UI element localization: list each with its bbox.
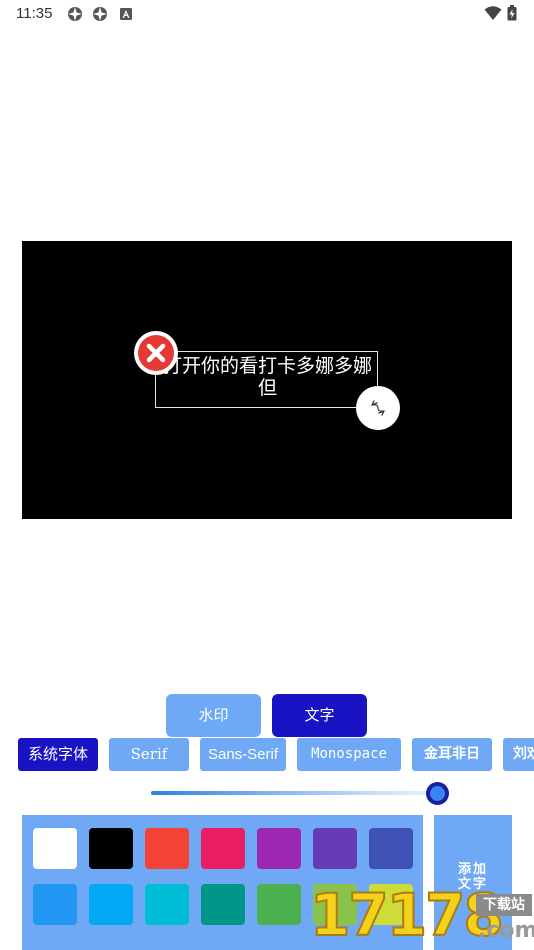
color-swatch[interactable] (313, 828, 357, 869)
color-swatch[interactable] (201, 884, 245, 925)
color-swatch[interactable] (89, 884, 133, 925)
delete-sticker-button[interactable] (134, 331, 178, 375)
android-system-icon (120, 8, 132, 20)
color-swatch[interactable] (201, 828, 245, 869)
logo-domain: .com (478, 918, 534, 943)
font-chip-monospace[interactable]: Monospace (297, 738, 401, 771)
font-chip-sans-serif[interactable]: Sans-Serif (200, 738, 286, 771)
color-swatch[interactable] (257, 884, 301, 925)
site-watermark-logo: 17178 下载站 .com (308, 881, 534, 950)
color-swatch[interactable] (33, 884, 77, 925)
resize-rotate-icon (371, 400, 385, 416)
wifi-icon (484, 6, 502, 20)
font-chip-system[interactable]: 系统字体 (18, 738, 98, 771)
size-slider-thumb[interactable] (426, 782, 449, 805)
logo-digits: 17178 (309, 881, 505, 949)
add-text-label-line1: 添加 (457, 862, 488, 877)
app-notification-icon (93, 7, 107, 21)
close-circle-icon (146, 343, 166, 363)
color-swatch[interactable] (369, 828, 413, 869)
text-sticker-box[interactable]: 打开你的看打卡多娜多娜但 (155, 351, 378, 408)
image-canvas[interactable]: 打开你的看打卡多娜多娜但 (22, 241, 512, 519)
font-chip-decorative[interactable]: 金耳非日 (412, 738, 492, 771)
color-swatch[interactable] (145, 884, 189, 925)
status-bar: 11:35 (0, 0, 534, 28)
resize-sticker-button[interactable] (356, 386, 400, 430)
font-chip-serif[interactable]: Serif (109, 738, 189, 771)
sticker-text: 打开你的看打卡多娜多娜但 (162, 355, 372, 399)
size-slider-track[interactable] (151, 791, 437, 795)
app-notification-icon (68, 7, 82, 21)
tab-text[interactable]: 文字 (272, 694, 367, 737)
font-chip-liuhuan[interactable]: 刘欢 (503, 738, 534, 771)
color-swatch[interactable] (89, 828, 133, 869)
color-swatch[interactable] (33, 828, 77, 869)
font-selector: 系统字体 Serif Sans-Serif Monospace 金耳非日 刘欢 (0, 738, 534, 772)
color-swatch[interactable] (145, 828, 189, 869)
color-swatch[interactable] (257, 828, 301, 869)
status-time: 11:35 (16, 5, 53, 22)
battery-icon (507, 5, 517, 21)
tab-watermark[interactable]: 水印 (166, 694, 261, 737)
logo-badge: 下载站 (476, 894, 532, 916)
